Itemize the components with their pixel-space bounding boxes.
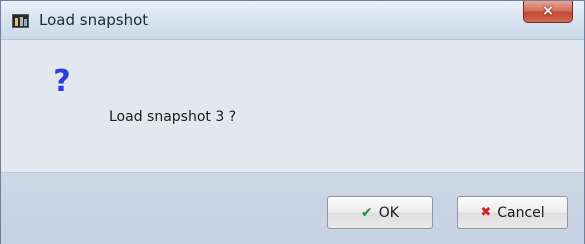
cross-icon: ✖ [480,205,492,220]
app-icon [12,14,29,28]
ok-button-label: OK [378,204,399,221]
dialog-message: Load snapshot 3 ? [109,109,237,125]
cancel-button-label: Cancel [497,204,545,221]
check-icon: ✔ [361,204,373,221]
cancel-button[interactable]: ✖ Cancel [457,196,568,229]
dialog-content [1,40,584,172]
close-icon: × [542,3,554,19]
close-button[interactable]: × [523,1,573,23]
question-icon: ? [53,64,71,99]
window-title: Load snapshot [39,11,149,29]
title-bar[interactable]: Load snapshot × [1,1,584,40]
ok-button[interactable]: ✔ OK [327,196,433,229]
